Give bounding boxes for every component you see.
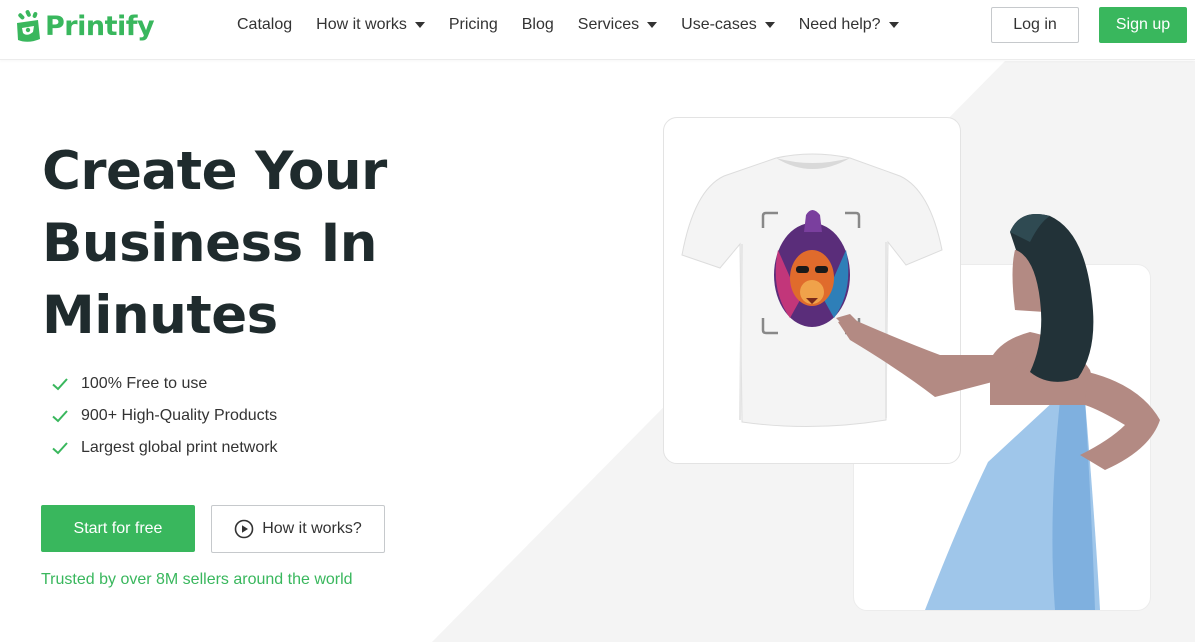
brand-name: Printify xyxy=(45,10,155,42)
nav-item-label: Need help? xyxy=(798,16,881,33)
nav-item-label: Use-cases xyxy=(681,16,757,33)
nav-item-catalog[interactable]: Catalog xyxy=(237,16,292,34)
caret-down-icon xyxy=(888,22,899,28)
nav-item-need-help[interactable]: Need help? xyxy=(799,16,899,34)
main-nav: Catalog How it works Pricing Blog Servic… xyxy=(237,0,923,50)
start-for-free-button[interactable]: Start for free xyxy=(41,505,195,552)
nav-item-services[interactable]: Services xyxy=(577,16,658,34)
brand-logo[interactable]: Printify xyxy=(14,6,155,46)
login-button[interactable]: Log in xyxy=(991,7,1079,43)
hero-title: Create Your Business In Minutes xyxy=(42,136,502,352)
feature-text: Largest global print network xyxy=(81,439,278,456)
nav-item-label: How it works xyxy=(316,16,407,33)
printify-logo-icon xyxy=(17,10,40,42)
nav-item-how-it-works[interactable]: How it works xyxy=(316,16,425,34)
checkmark-icon xyxy=(52,442,68,455)
trusted-by-text: Trusted by over 8M sellers around the wo… xyxy=(41,571,353,588)
nav-item-pricing[interactable]: Pricing xyxy=(449,16,498,34)
site-header: Printify Catalog How it works Pricing Bl… xyxy=(0,0,1195,60)
checkmark-icon xyxy=(52,410,68,423)
nav-item-label: Pricing xyxy=(448,16,498,33)
how-it-works-label: How it works? xyxy=(262,520,362,537)
hero-title-line: Business In xyxy=(42,213,378,274)
nav-item-label: Blog xyxy=(521,16,554,33)
checkmark-icon xyxy=(52,378,68,391)
caret-down-icon xyxy=(414,22,425,28)
feature-text: 100% Free to use xyxy=(81,375,208,392)
feature-item: 100% Free to use xyxy=(50,368,278,400)
caret-down-icon xyxy=(764,22,775,28)
product-preview-card xyxy=(663,117,961,464)
hero-title-line: Create Your xyxy=(42,141,387,202)
hero-title-line: Minutes xyxy=(42,285,278,346)
feature-text: 900+ High-Quality Products xyxy=(81,407,278,424)
feature-list: 100% Free to use 900+ High-Quality Produ… xyxy=(50,368,278,464)
nav-item-label: Services xyxy=(577,16,640,33)
play-circle-icon xyxy=(234,519,254,539)
caret-down-icon xyxy=(647,22,658,28)
how-it-works-button[interactable]: How it works? xyxy=(211,505,385,553)
feature-item: 900+ High-Quality Products xyxy=(50,400,278,432)
nav-item-use-cases[interactable]: Use-cases xyxy=(681,16,775,34)
nav-item-blog[interactable]: Blog xyxy=(522,16,554,34)
signup-button[interactable]: Sign up xyxy=(1099,7,1187,43)
nav-item-label: Catalog xyxy=(237,16,293,33)
feature-item: Largest global print network xyxy=(50,432,278,464)
